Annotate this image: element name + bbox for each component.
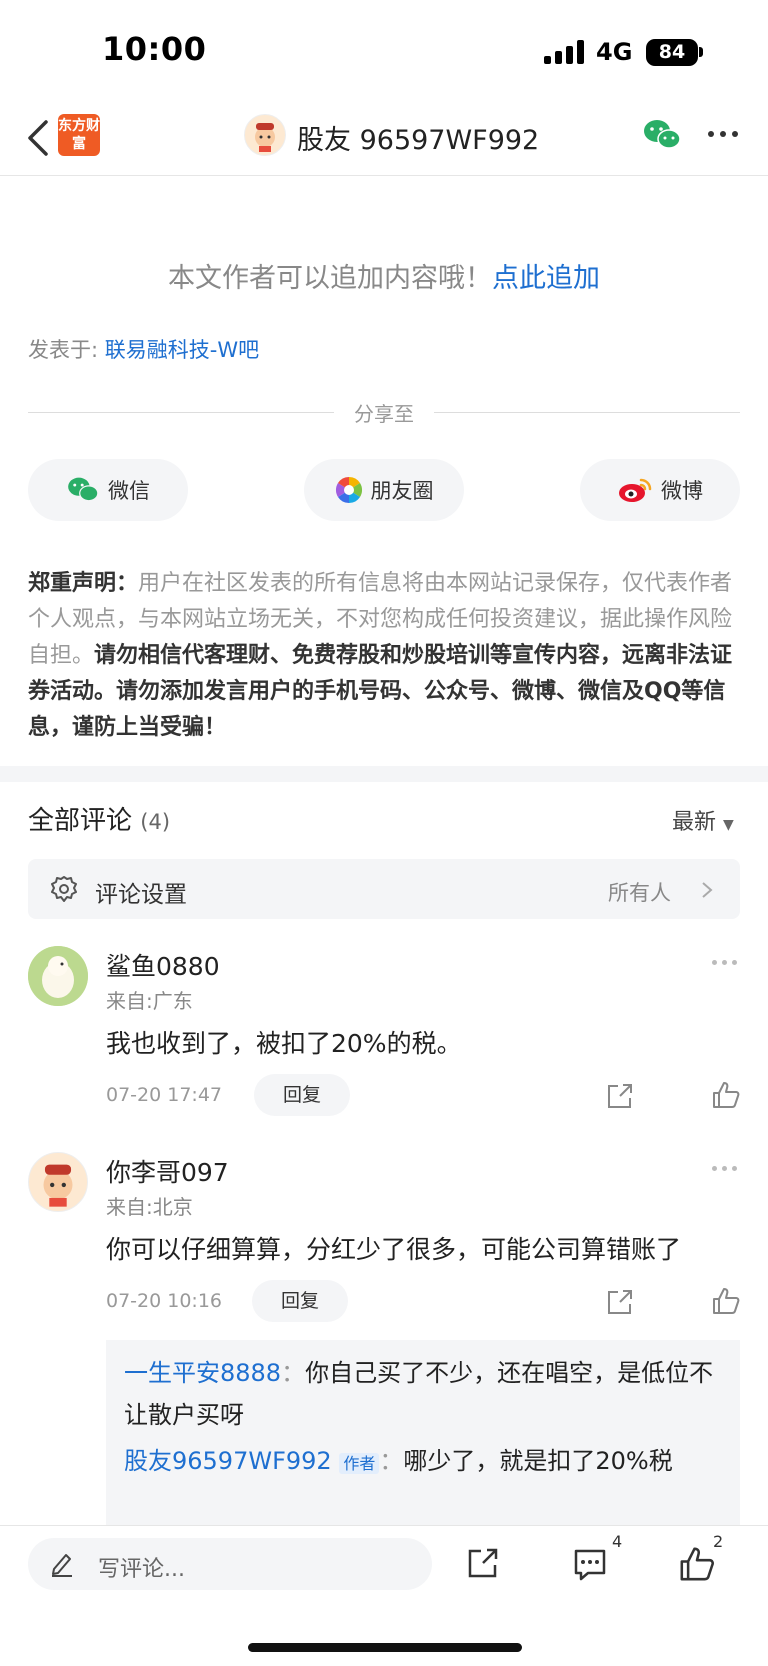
share-moments-button[interactable]: 朋友圈	[304, 459, 464, 521]
section-gap	[0, 766, 768, 782]
write-comment-input[interactable]	[28, 1538, 432, 1590]
wechat-share-icon[interactable]	[642, 118, 682, 152]
comment-settings-label: 评论设置	[95, 882, 187, 908]
share-weibo-button[interactable]: 微博	[580, 459, 740, 521]
comment-more-icon[interactable]	[712, 1166, 740, 1172]
like-count-badge: 2	[713, 1532, 724, 1551]
comment-settings-value: 所有人	[608, 881, 671, 905]
more-icon[interactable]	[708, 131, 738, 139]
sub-reply-text: 哪少了，就是扣了20%税	[403, 1447, 673, 1475]
author-tag: 作者	[339, 1453, 380, 1474]
comment-location: 来自:广东	[106, 989, 193, 1013]
sort-dropdown[interactable]: 最新 ▼	[672, 804, 734, 836]
comment-more-icon[interactable]	[712, 960, 740, 966]
page-title: 股友 96597WF992	[297, 125, 540, 156]
battery-tip	[699, 47, 703, 57]
disclaimer-bold: 请勿相信代客理财、免费荐股和炒股培训等宣传内容，远离非法证券活动。请勿添加发言用…	[28, 643, 733, 740]
home-indicator	[248, 1643, 522, 1652]
write-comment-placeholder: 写评论...	[98, 1557, 185, 1582]
append-link[interactable]: 点此追加	[492, 263, 600, 294]
share-icon[interactable]	[606, 1082, 634, 1110]
moments-icon	[335, 476, 362, 504]
comment-date: 07-20 10:16	[106, 1290, 223, 1312]
pencil-icon	[52, 1554, 72, 1577]
comments-header: 全部评论 (4)	[28, 800, 170, 837]
share-wechat-label: 微信	[108, 479, 150, 503]
comments-count: (4)	[140, 810, 171, 834]
caret-down-icon: ▼	[723, 817, 734, 833]
append-tip: 本文作者可以追加内容哦！点此追加	[0, 256, 768, 295]
forward-icon[interactable]	[466, 1546, 500, 1580]
sub-reply[interactable]: 一生平安8888：你自己买了不少，还在唱空，是低位不让散户买呀	[106, 1340, 740, 1436]
signal-icon	[544, 40, 584, 64]
sub-replies: 一生平安8888：你自己买了不少，还在唱空，是低位不让散户买呀 股友96597W…	[106, 1340, 740, 1540]
comment-text: 我也收到了，被扣了20%的税。	[106, 1029, 462, 1058]
like-icon[interactable]	[678, 1545, 716, 1583]
app-logo: 东方财富	[58, 114, 100, 156]
sub-reply[interactable]: 股友96597WF992 作者 ：哪少了，就是扣了20%税	[106, 1436, 740, 1485]
reply-button[interactable]: 回复	[254, 1074, 350, 1116]
back-icon[interactable]	[24, 118, 54, 158]
share-icon[interactable]	[606, 1288, 634, 1316]
wechat-icon	[68, 477, 99, 502]
reply-button[interactable]: 回复	[252, 1280, 348, 1322]
avatar[interactable]	[28, 1152, 88, 1212]
share-title: 分享至	[354, 402, 414, 426]
like-icon[interactable]	[711, 1286, 741, 1316]
weibo-icon	[619, 478, 652, 502]
comment-date: 07-20 17:47	[106, 1084, 223, 1106]
posted-in: 发表于: 联易融科技-W吧	[28, 334, 259, 364]
gear-icon	[51, 876, 77, 902]
share-moments-label: 朋友圈	[370, 479, 434, 503]
sub-reply-sep: ：	[281, 1359, 306, 1387]
comment-location: 来自:北京	[106, 1195, 193, 1219]
sub-reply-sep: ：	[379, 1447, 404, 1475]
bar-link[interactable]: 联易融科技-W吧	[105, 338, 259, 362]
share-weibo-label: 微博	[661, 479, 703, 503]
comment-username[interactable]: 鲨鱼0880	[106, 947, 220, 983]
chevron-right-icon	[702, 882, 713, 898]
append-tip-text: 本文作者可以追加内容哦！	[168, 263, 492, 294]
sort-label: 最新	[672, 810, 717, 835]
battery-icon: 84	[646, 39, 698, 66]
like-icon[interactable]	[711, 1080, 741, 1110]
sub-reply-user[interactable]: 一生平安8888	[124, 1359, 281, 1387]
comment-icon[interactable]	[572, 1547, 608, 1583]
comment-count-badge: 4	[612, 1532, 623, 1551]
sub-reply-user[interactable]: 股友96597WF992	[124, 1447, 332, 1475]
disclaimer: 郑重声明：用户在社区发表的所有信息将由本网站记录保存，仅代表作者个人观点，与本网…	[28, 566, 742, 746]
network-type: 4G	[596, 38, 633, 66]
status-time: 10:00	[102, 30, 207, 68]
comment-username[interactable]: 你李哥097	[106, 1153, 229, 1189]
comment-text: 你可以仔细算算，分红少了很多，可能公司算错账了	[106, 1235, 682, 1264]
comments-title: 全部评论	[28, 806, 133, 836]
posted-in-prefix: 发表于:	[28, 338, 99, 362]
author-avatar[interactable]	[244, 114, 286, 156]
avatar[interactable]	[28, 946, 88, 1006]
share-wechat-button[interactable]: 微信	[28, 459, 188, 521]
disclaimer-label: 郑重声明：	[28, 571, 139, 596]
